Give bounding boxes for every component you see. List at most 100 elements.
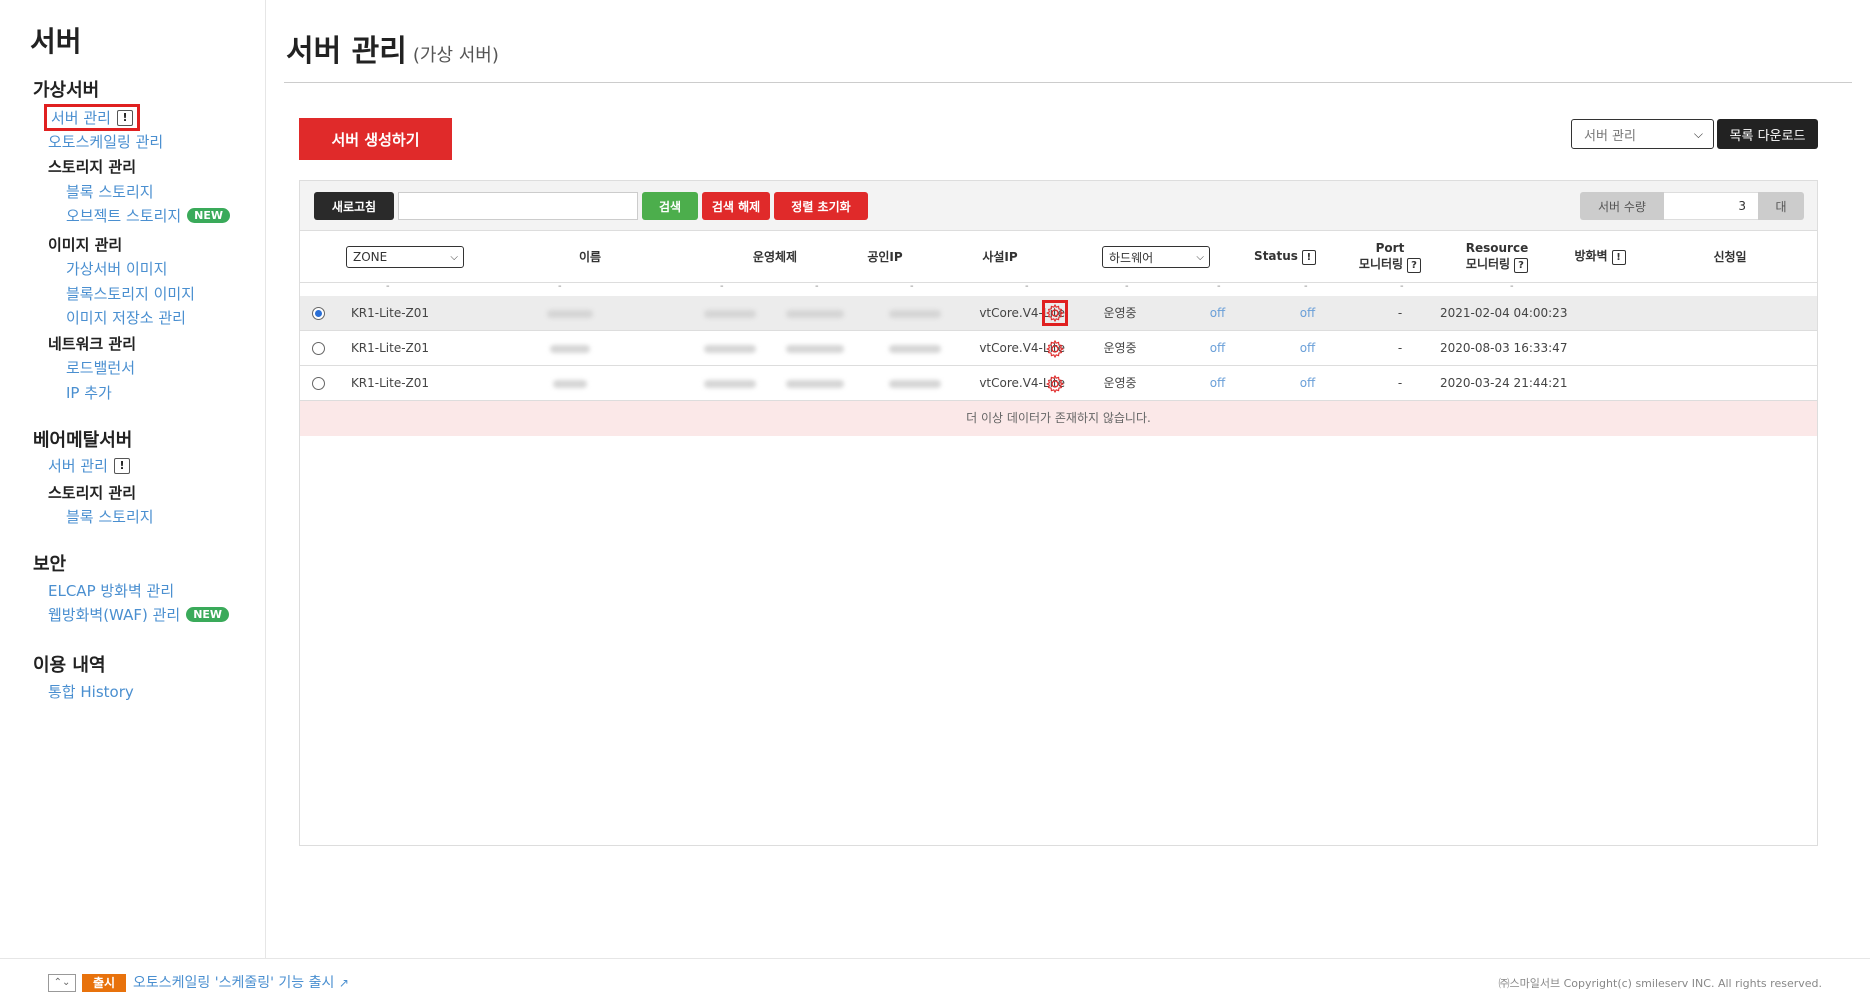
header-port-label-2: 모니터링 xyxy=(1358,257,1404,271)
notice-icon[interactable]: ! xyxy=(116,109,133,126)
row-radio[interactable] xyxy=(312,377,325,390)
header-firewall: 방화벽! xyxy=(1555,248,1645,265)
external-link-icon: ↗ xyxy=(338,976,349,990)
sidebar-item-ip-add[interactable]: IP 추가 xyxy=(66,382,112,403)
header-status-label: Status xyxy=(1254,249,1298,263)
filter-dash: - xyxy=(815,281,819,292)
help-icon[interactable]: ? xyxy=(1514,258,1529,273)
server-table-panel: 새로고침 검색 검색 해제 정렬 초기화 서버 수량 3 대 ZONE ⌵ 이름… xyxy=(299,180,1818,846)
filter-dash: - xyxy=(1510,281,1514,292)
hardware-filter-select[interactable]: 하드웨어 ⌵ xyxy=(1102,246,1210,268)
header-resource-label-2: 모니터링 xyxy=(1465,257,1511,271)
sidebar-item-waf[interactable]: 웹방화벽(WAF) 관리 NEW xyxy=(48,604,230,625)
row-zone: KR1-Lite-Z01 xyxy=(350,341,430,355)
gear-icon[interactable] xyxy=(1042,300,1068,326)
row-name xyxy=(530,366,610,401)
new-badge: NEW xyxy=(187,208,231,223)
row-date: 2020-03-24 21:44:21 xyxy=(1440,376,1568,390)
select-value: 서버 관리 xyxy=(1584,128,1636,144)
sidebar-item-block-image[interactable]: 블록스토리지 이미지 xyxy=(66,283,195,304)
search-clear-button[interactable]: 검색 해제 xyxy=(702,192,770,220)
news-link[interactable]: 오토스케일링 '스케줄링' 기능 출시 ↗ xyxy=(133,972,349,992)
footer: ⌃⌄ 출시 오토스케일링 '스케줄링' 기능 출시 ↗ ㈜스마일서브 Copyr… xyxy=(0,958,1870,1003)
header-resource-monitoring: Resource 모니터링? xyxy=(1442,240,1552,273)
row-radio[interactable] xyxy=(312,342,325,355)
help-icon[interactable]: ? xyxy=(1407,258,1422,273)
sidebar-item-loadbalancer[interactable]: 로드밸런서 xyxy=(66,357,135,378)
sidebar-item-label: 웹방화벽(WAF) 관리 xyxy=(48,606,181,624)
row-date: 2020-08-03 16:33:47 xyxy=(1440,341,1568,355)
notice-icon[interactable]: ! xyxy=(1611,250,1626,265)
sidebar-sub-network: 네트워크 관리 xyxy=(48,335,137,353)
zone-filter-select[interactable]: ZONE ⌵ xyxy=(346,246,464,268)
server-count-unit: 대 xyxy=(1758,192,1804,220)
sidebar-item-bm-server-mgmt[interactable]: 서버 관리 ! xyxy=(48,455,130,476)
refresh-button[interactable]: 새로고침 xyxy=(314,192,394,220)
table-row[interactable]: KR1-Lite-Z01 vtCore.V4-Lite 운영중 off off … xyxy=(300,366,1817,401)
sidebar-item-label: 서버 관리 xyxy=(51,109,111,127)
row-private-ip xyxy=(870,331,960,366)
row-resource-monitoring[interactable]: off xyxy=(1270,331,1345,366)
release-badge: 출시 xyxy=(82,974,126,992)
gear-icon[interactable] xyxy=(1045,374,1065,394)
header-port-label: Port xyxy=(1375,241,1405,255)
gear-icon[interactable] xyxy=(1045,339,1065,359)
row-status: 운영중 xyxy=(1103,341,1137,355)
header-os[interactable]: 운영체제 xyxy=(730,249,820,265)
notice-icon[interactable]: ! xyxy=(113,457,130,474)
sidebar-item-bm-block-storage[interactable]: 블록 스토리지 xyxy=(66,506,154,527)
row-date: 2021-02-04 04:00:23 xyxy=(1440,306,1568,320)
table-toolbar: 새로고침 검색 검색 해제 정렬 초기화 서버 수량 3 대 xyxy=(300,181,1817,231)
sidebar-item-image-store[interactable]: 이미지 저장소 관리 xyxy=(66,307,186,328)
search-input[interactable] xyxy=(398,192,638,220)
server-count-value: 3 xyxy=(1664,192,1758,220)
filter-row: - - - - - - - - - - - xyxy=(300,281,1817,296)
filter-dash: - xyxy=(558,281,562,292)
row-resource-monitoring[interactable]: off xyxy=(1270,366,1345,401)
sidebar-item-object-storage[interactable]: 오브젝트 스토리지 NEW xyxy=(66,205,231,226)
row-port-monitoring[interactable]: off xyxy=(1180,366,1255,401)
filter-dash: - xyxy=(1400,281,1404,292)
sidebar-item-server-mgmt[interactable]: 서버 관리 ! xyxy=(44,104,140,131)
download-list-button[interactable]: 목록 다운로드 xyxy=(1717,119,1818,149)
header-public-ip[interactable]: 공인IP xyxy=(845,249,925,265)
table-row[interactable]: KR1-Lite-Z01 vtCore.V4-Lite 운영중 off off … xyxy=(300,331,1817,366)
table-row[interactable]: KR1-Lite-Z01 vtCore.V4-Lite 운영중 off off … xyxy=(300,296,1817,331)
news-link-text: 오토스케일링 '스케줄링' 기능 출시 xyxy=(133,975,335,991)
server-type-select[interactable]: 서버 관리 ⌵ xyxy=(1571,119,1714,149)
sidebar-item-vm-image[interactable]: 가상서버 이미지 xyxy=(66,258,167,279)
divider xyxy=(284,82,1852,83)
sidebar-item-elcap[interactable]: ELCAP 방화벽 관리 xyxy=(48,580,174,601)
row-port-monitoring[interactable]: off xyxy=(1180,331,1255,366)
header-name[interactable]: 이름 xyxy=(550,249,630,265)
row-resource-monitoring[interactable]: off xyxy=(1270,296,1345,331)
row-firewall: - xyxy=(1397,376,1403,390)
notice-icon[interactable]: ! xyxy=(1301,250,1316,265)
sidebar-item-history[interactable]: 통합 History xyxy=(48,681,134,702)
row-public-ip xyxy=(770,331,860,366)
no-more-data-message: 더 이상 데이터가 존재하지 않습니다. xyxy=(300,401,1817,436)
row-private-ip xyxy=(870,366,960,401)
chevron-down-icon: ⌵ xyxy=(1693,126,1703,141)
row-status: 운영중 xyxy=(1103,306,1137,320)
row-port-monitoring[interactable]: off xyxy=(1180,296,1255,331)
header-private-ip[interactable]: 사설IP xyxy=(960,249,1040,265)
sidebar-sub-storage: 스토리지 관리 xyxy=(48,158,137,176)
hardware-filter-value: 하드웨어 xyxy=(1109,250,1154,265)
sidebar-section-security: 보안 xyxy=(33,554,67,575)
sidebar-sub-bm-storage: 스토리지 관리 xyxy=(48,484,137,502)
sort-reset-button[interactable]: 정렬 초기화 xyxy=(774,192,868,220)
sidebar-section-baremetal: 베어메탈서버 xyxy=(33,430,133,451)
sidebar-item-block-storage[interactable]: 블록 스토리지 xyxy=(66,181,154,202)
header-resource-label: Resource xyxy=(1465,241,1529,255)
filter-dash: - xyxy=(1217,281,1221,292)
sidebar-title: 서버 xyxy=(30,25,82,58)
sidebar-item-autoscaling[interactable]: 오토스케일링 관리 xyxy=(48,131,163,152)
search-button[interactable]: 검색 xyxy=(642,192,698,220)
header-status: Status! xyxy=(1235,248,1335,265)
header-date[interactable]: 신청일 xyxy=(1680,249,1780,265)
news-nav-arrows-icon[interactable]: ⌃⌄ xyxy=(48,974,76,992)
row-radio[interactable] xyxy=(312,307,325,320)
create-server-button[interactable]: 서버 생성하기 xyxy=(299,118,452,160)
header-port-monitoring: Port 모니터링? xyxy=(1340,240,1440,273)
